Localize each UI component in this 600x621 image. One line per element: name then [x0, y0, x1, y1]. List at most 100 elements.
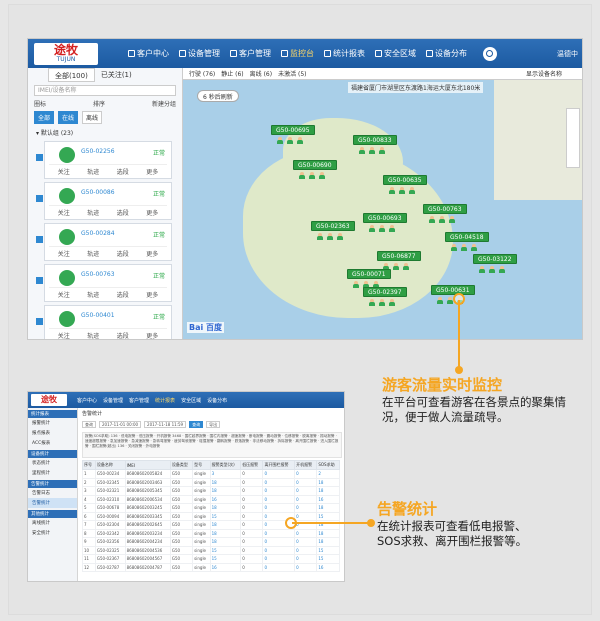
- filter-0[interactable]: 全部: [34, 111, 55, 124]
- device-id[interactable]: G50-00401: [81, 312, 115, 319]
- device-marker[interactable]: G50-00833: [353, 135, 397, 145]
- card-action-3[interactable]: 更多: [146, 167, 158, 176]
- device-marker[interactable]: G50-00631: [431, 285, 475, 295]
- report-nav-3[interactable]: 统计报表: [155, 397, 175, 404]
- search-icon[interactable]: [483, 46, 497, 61]
- checkbox[interactable]: [36, 195, 43, 202]
- new-group-button[interactable]: 新建分组: [152, 99, 176, 108]
- report-nav-5[interactable]: 设备分布: [207, 397, 227, 404]
- table-row[interactable]: 4 G50-02310 86808602006534 G50 single 16 0 0 0 16: [82, 494, 340, 504]
- report-section-head[interactable]: 其他统计: [28, 510, 77, 518]
- device-id[interactable]: G50-00284: [81, 230, 115, 237]
- card-action-3[interactable]: 更多: [146, 331, 158, 339]
- card-action-0[interactable]: 关注: [58, 290, 70, 299]
- card-action-2[interactable]: 选段: [117, 167, 129, 176]
- device-marker[interactable]: G50-02397: [363, 287, 407, 297]
- checkbox[interactable]: [36, 277, 43, 284]
- card-action-0[interactable]: 关注: [58, 331, 70, 339]
- device-id[interactable]: G50-00086: [81, 189, 115, 196]
- group-label[interactable]: ▾ 默认组 (23): [28, 127, 182, 138]
- report-side-item[interactable]: ACC报表: [28, 438, 77, 448]
- map-zoom-control[interactable]: [566, 108, 580, 168]
- table-row[interactable]: 10 G50-02325 86808602004536 G50 single 15 0 0 0 1…: [82, 545, 340, 555]
- device-id[interactable]: G50-02256: [81, 148, 115, 155]
- device-card[interactable]: G50-00763 正常 关注 轨迹 选段 更多: [36, 264, 172, 302]
- report-section-head[interactable]: 统计报表: [28, 410, 77, 418]
- card-action-0[interactable]: 关注: [58, 249, 70, 258]
- table-row[interactable]: 2 G50-02345 86808602003463 G50 single 18 0 0 0 18: [82, 477, 340, 487]
- show-name-toggle[interactable]: 显示设备名称: [526, 69, 562, 78]
- device-marker[interactable]: G50-00690: [293, 160, 337, 170]
- map-filter-0[interactable]: 行驶 (76): [189, 69, 215, 78]
- device-marker[interactable]: G50-04518: [445, 232, 489, 242]
- card-action-3[interactable]: 更多: [146, 208, 158, 217]
- nav-item-3[interactable]: 监控台: [281, 48, 314, 59]
- nav-item-6[interactable]: 设备分布: [426, 48, 467, 59]
- report-side-item[interactable]: 里程统计: [28, 468, 77, 478]
- report-filter-1[interactable]: 2017-11-01 00:00: [99, 421, 142, 428]
- card-action-2[interactable]: 选段: [117, 331, 129, 339]
- device-marker[interactable]: G50-00763: [423, 204, 467, 214]
- card-action-3[interactable]: 更多: [146, 249, 158, 258]
- card-action-2[interactable]: 选段: [117, 249, 129, 258]
- nav-item-5[interactable]: 安全区域: [375, 48, 416, 59]
- device-marker[interactable]: G50-00635: [383, 175, 427, 185]
- report-nav-0[interactable]: 客户中心: [77, 397, 97, 404]
- device-marker[interactable]: G50-06877: [377, 251, 421, 261]
- nav-item-4[interactable]: 统计报表: [324, 48, 365, 59]
- report-filter-2[interactable]: 2017-11-18 11:59: [144, 421, 187, 428]
- device-card[interactable]: G50-00086 正常 关注 轨迹 选段 更多: [36, 182, 172, 220]
- table-row[interactable]: 11 G50-02367 86808602004567 G50 single 15 0 0 0 1…: [82, 554, 340, 564]
- checkbox[interactable]: [36, 318, 43, 325]
- card-action-1[interactable]: 轨迹: [87, 331, 99, 339]
- card-action-0[interactable]: 关注: [58, 167, 70, 176]
- filter-1[interactable]: 在线: [58, 111, 79, 124]
- card-action-2[interactable]: 选段: [117, 290, 129, 299]
- device-marker[interactable]: G50-03122: [473, 254, 517, 264]
- map-filter-2[interactable]: 离线 (6): [250, 69, 272, 78]
- device-card[interactable]: G50-00401 正常 关注 轨迹 选段 更多: [36, 305, 172, 339]
- map-filter-1[interactable]: 静止 (6): [221, 69, 243, 78]
- device-marker[interactable]: G50-00693: [363, 213, 407, 223]
- report-side-item[interactable]: 报警统计: [28, 418, 77, 428]
- tab-all[interactable]: 全部(100): [48, 68, 95, 82]
- report-side-item[interactable]: 报点报表: [28, 428, 77, 438]
- table-row[interactable]: 12 G50-02787 86808602004787 G50 single 16 0 0 0 1…: [82, 562, 340, 572]
- refresh-button[interactable]: 6 秒后刷新: [197, 90, 239, 102]
- device-marker[interactable]: G50-00695: [271, 125, 315, 135]
- table-row[interactable]: 1 G50-00234 86808602005824 G50 single 3 0 0 0 2: [82, 469, 340, 479]
- report-section-head[interactable]: 告警统计: [28, 480, 77, 488]
- report-section-head[interactable]: 设备统计: [28, 450, 77, 458]
- report-side-item[interactable]: 安全统计: [28, 528, 77, 538]
- device-marker[interactable]: G50-02363: [311, 221, 355, 231]
- report-nav-4[interactable]: 安全区域: [181, 397, 201, 404]
- nav-item-1[interactable]: 设备管理: [179, 48, 220, 59]
- map-filter-3[interactable]: 未激活 (5): [278, 69, 306, 78]
- table-row[interactable]: 6 G50-00094 86808602003345 G50 single 15 0 0 0 15: [82, 511, 340, 521]
- tab-followed[interactable]: 已关注(1): [95, 68, 138, 82]
- report-side-item[interactable]: 告警日志: [28, 488, 77, 498]
- card-action-1[interactable]: 轨迹: [87, 208, 99, 217]
- report-nav-2[interactable]: 客户管理: [129, 397, 149, 404]
- table-row[interactable]: 5 G50-00678 86808602003245 G50 single 18 0 0 0 18: [82, 503, 340, 513]
- report-nav-1[interactable]: 设备管理: [103, 397, 123, 404]
- card-action-1[interactable]: 轨迹: [87, 290, 99, 299]
- checkbox[interactable]: [36, 154, 43, 161]
- card-action-2[interactable]: 选段: [117, 208, 129, 217]
- brand-logo[interactable]: 途牧 TUJUN: [34, 42, 98, 65]
- imei-search-input[interactable]: IMEI/设备名称: [34, 85, 176, 96]
- table-row[interactable]: 3 G50-02321 86808602005345 G50 single 18 0 0 0 18: [82, 486, 340, 496]
- card-action-3[interactable]: 更多: [146, 290, 158, 299]
- user-label[interactable]: 温德中: [557, 49, 578, 59]
- report-filter-0[interactable]: 查询: [82, 421, 96, 428]
- nav-item-2[interactable]: 客户管理: [230, 48, 271, 59]
- report-side-item[interactable]: 告警统计: [28, 498, 77, 508]
- table-row[interactable]: 9 G50-02356 86808602004234 G50 single 18 0 0 0 18: [82, 537, 340, 547]
- device-id[interactable]: G50-00763: [81, 271, 115, 278]
- card-action-1[interactable]: 轨迹: [87, 249, 99, 258]
- nav-item-0[interactable]: 客户中心: [128, 48, 169, 59]
- card-action-1[interactable]: 轨迹: [87, 167, 99, 176]
- report-logo[interactable]: 途牧: [31, 394, 67, 406]
- report-side-item[interactable]: 状态统计: [28, 458, 77, 468]
- report-side-item[interactable]: 离线统计: [28, 518, 77, 528]
